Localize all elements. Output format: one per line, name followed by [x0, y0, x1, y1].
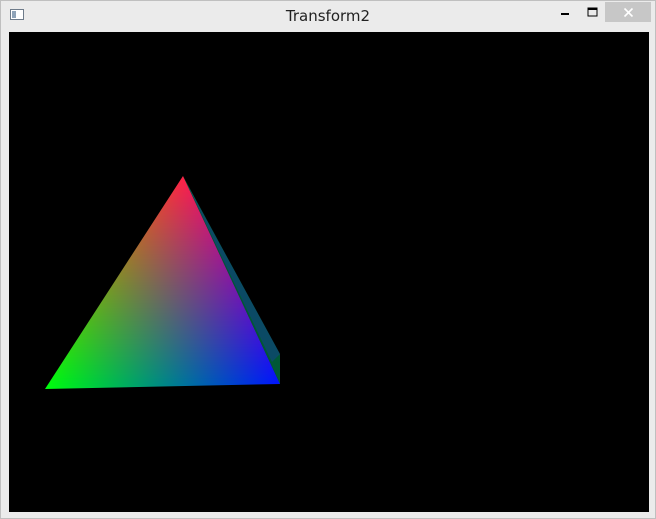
close-button[interactable]: [605, 2, 651, 22]
title-bar[interactable]: Transform2: [1, 1, 655, 31]
rgb-triangle: [45, 176, 280, 389]
maximize-icon: [587, 7, 597, 17]
minimize-icon: [561, 13, 569, 15]
app-icon[interactable]: [10, 9, 24, 20]
maximize-button[interactable]: [579, 2, 605, 22]
render-canvas: [45, 176, 280, 389]
close-icon: [623, 7, 633, 17]
app-window: Transform2: [0, 0, 656, 519]
minimize-button[interactable]: [552, 2, 578, 22]
opengl-viewport[interactable]: [9, 32, 649, 512]
